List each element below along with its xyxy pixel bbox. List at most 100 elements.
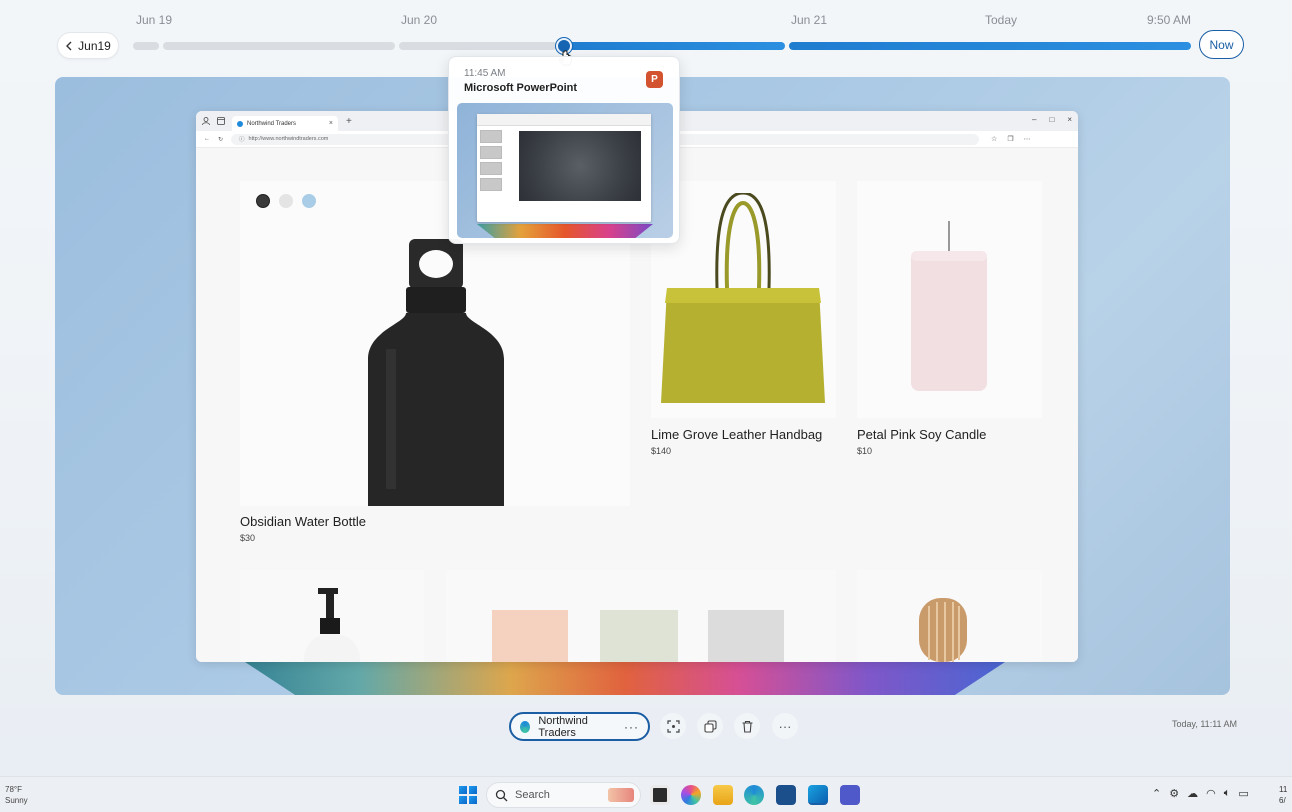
capture-icon [666, 719, 680, 733]
favorites-star-icon[interactable]: ☆ [991, 135, 997, 143]
browser-tab-title: Northwind Traders [247, 120, 297, 127]
color-swatches [256, 194, 316, 208]
weather-widget[interactable]: 78°F Sunny [5, 784, 28, 806]
brush-image [919, 598, 967, 662]
new-tab-icon[interactable]: + [346, 116, 352, 127]
timeline-label-latest-time: 9:50 AM [1147, 13, 1192, 27]
teams-icon[interactable] [840, 785, 860, 805]
swatch-blue[interactable] [302, 194, 316, 208]
now-button[interactable]: Now [1199, 30, 1244, 59]
weather-condition: Sunny [5, 796, 28, 805]
maximize-icon[interactable]: □ [1049, 115, 1054, 124]
timeline-segment-active[interactable] [789, 42, 1191, 50]
product-price: $30 [240, 533, 256, 543]
system-tray: ⌃ ⚙ ☁ ◠ 🔈︎ ▭ [1152, 787, 1249, 800]
taskbar: 78°F Sunny Search ⌃ ⚙ ☁ ◠ 🔈︎ ▭ 11 6/ [0, 776, 1292, 812]
swatch-black[interactable] [256, 194, 270, 208]
edge-icon[interactable] [744, 785, 764, 805]
edge-icon [520, 720, 531, 733]
wallpaper-bloom [245, 662, 1005, 695]
preview-app-name: Microsoft PowerPoint [464, 82, 578, 94]
onedrive-cloud-icon[interactable]: ☁ [1187, 787, 1198, 800]
product-name[interactable]: Lime Grove Leather Handbag [651, 427, 822, 442]
minimize-icon[interactable]: – [1032, 115, 1036, 124]
profile-icon[interactable] [202, 117, 210, 125]
file-explorer-icon[interactable] [713, 785, 733, 805]
delete-button[interactable] [734, 713, 760, 739]
timeline-label-today: Today [985, 13, 1018, 27]
timeline-segment-active[interactable] [566, 42, 785, 50]
timeline-segment[interactable] [133, 42, 159, 50]
taskbar-search[interactable]: Search [486, 782, 641, 808]
trash-icon [742, 720, 752, 733]
edge-icon [237, 120, 243, 127]
snapshot-hover-preview[interactable]: 11:45 AM Microsoft PowerPoint P [448, 56, 680, 244]
snapshot-timestamp: Today, 11:11 AM [1172, 719, 1238, 729]
weather-temp: 78°F [5, 785, 22, 794]
search-placeholder: Search [515, 789, 550, 801]
soap-bar-peach-image [492, 610, 568, 662]
product-card-brush[interactable] [857, 570, 1042, 662]
start-button[interactable] [459, 786, 477, 804]
swatch-grey[interactable] [279, 194, 293, 208]
product-price: $140 [651, 446, 672, 456]
back-arrow-icon[interactable]: ← [204, 136, 210, 142]
timeline-label-jun19: Jun 19 [136, 13, 173, 27]
clock-time: 11 [1279, 785, 1288, 794]
powerpoint-ribbon [477, 114, 651, 126]
settings-gear-icon[interactable]: ⚙ [1169, 787, 1179, 800]
product-name[interactable]: Obsidian Water Bottle [240, 514, 366, 529]
product-card-soap-dispenser[interactable] [240, 570, 424, 662]
back-button-label: Jun19 [78, 38, 111, 53]
product-card-candle[interactable] [857, 181, 1042, 418]
app-filter-pill[interactable]: Northwind Traders ··· [509, 712, 650, 741]
now-button-label: Now [1209, 37, 1234, 52]
url-text: http://www.northwindtraders.com [248, 136, 329, 142]
copilot-icon[interactable] [681, 785, 701, 805]
more-actions-button[interactable]: ··· [772, 713, 798, 739]
back-to-jun19-button[interactable]: Jun19 [57, 32, 119, 59]
chevron-up-icon[interactable]: ⌃ [1152, 787, 1161, 800]
timeline-segment[interactable] [399, 42, 557, 50]
store-icon[interactable] [776, 785, 796, 805]
window-controls: – □ × [1032, 115, 1072, 124]
volume-icon[interactable]: 🔈︎ [1224, 787, 1231, 800]
battery-icon[interactable]: ▭ [1238, 787, 1248, 800]
handbag-image [661, 193, 825, 403]
soap-dispenser-image [304, 588, 360, 662]
task-view-icon[interactable] [650, 785, 670, 805]
thumbnail-wallpaper-bloom [477, 224, 653, 238]
browser-toolbar: ☆ ❐ ⋯ [991, 135, 1031, 143]
copy-icon [703, 719, 717, 733]
tab-actions-icon[interactable] [217, 117, 225, 125]
browser-tab[interactable]: Northwind Traders × [232, 116, 338, 131]
app-pill-label: Northwind Traders [538, 714, 588, 739]
more-options-icon[interactable]: ··· [624, 720, 639, 734]
timeline-segment[interactable] [163, 42, 395, 50]
browser-menu-icon[interactable]: ⋯ [1024, 135, 1031, 143]
screen-capture-button[interactable] [660, 713, 686, 739]
search-icon [495, 789, 508, 801]
site-info-icon[interactable]: ⓘ [239, 135, 245, 143]
close-tab-icon[interactable]: × [329, 120, 333, 127]
chevron-left-icon [66, 41, 72, 50]
preview-thumbnail[interactable] [457, 103, 673, 238]
product-name[interactable]: Petal Pink Soy Candle [857, 427, 986, 442]
product-card-soap-bars[interactable] [446, 570, 836, 662]
powerpoint-window-thumbnail [477, 114, 651, 222]
recall-app-icon[interactable] [808, 785, 828, 805]
powerpoint-icon: P [646, 71, 663, 88]
search-highlight-image [608, 788, 634, 802]
refresh-icon[interactable]: ↻ [218, 136, 223, 143]
soap-bar-sage-image [600, 610, 678, 662]
timeline-label-jun21: Jun 21 [791, 13, 828, 27]
copy-button[interactable] [697, 713, 723, 739]
wifi-icon[interactable]: ◠ [1206, 787, 1216, 800]
taskbar-clock[interactable]: 11 6/ [1279, 784, 1287, 806]
soap-bar-grey-image [708, 610, 784, 662]
product-price: $10 [857, 446, 873, 456]
preview-time: 11:45 AM [464, 68, 506, 79]
close-window-icon[interactable]: × [1067, 115, 1072, 124]
slide-thumbnails [480, 130, 502, 194]
collections-icon[interactable]: ❐ [1007, 135, 1013, 143]
